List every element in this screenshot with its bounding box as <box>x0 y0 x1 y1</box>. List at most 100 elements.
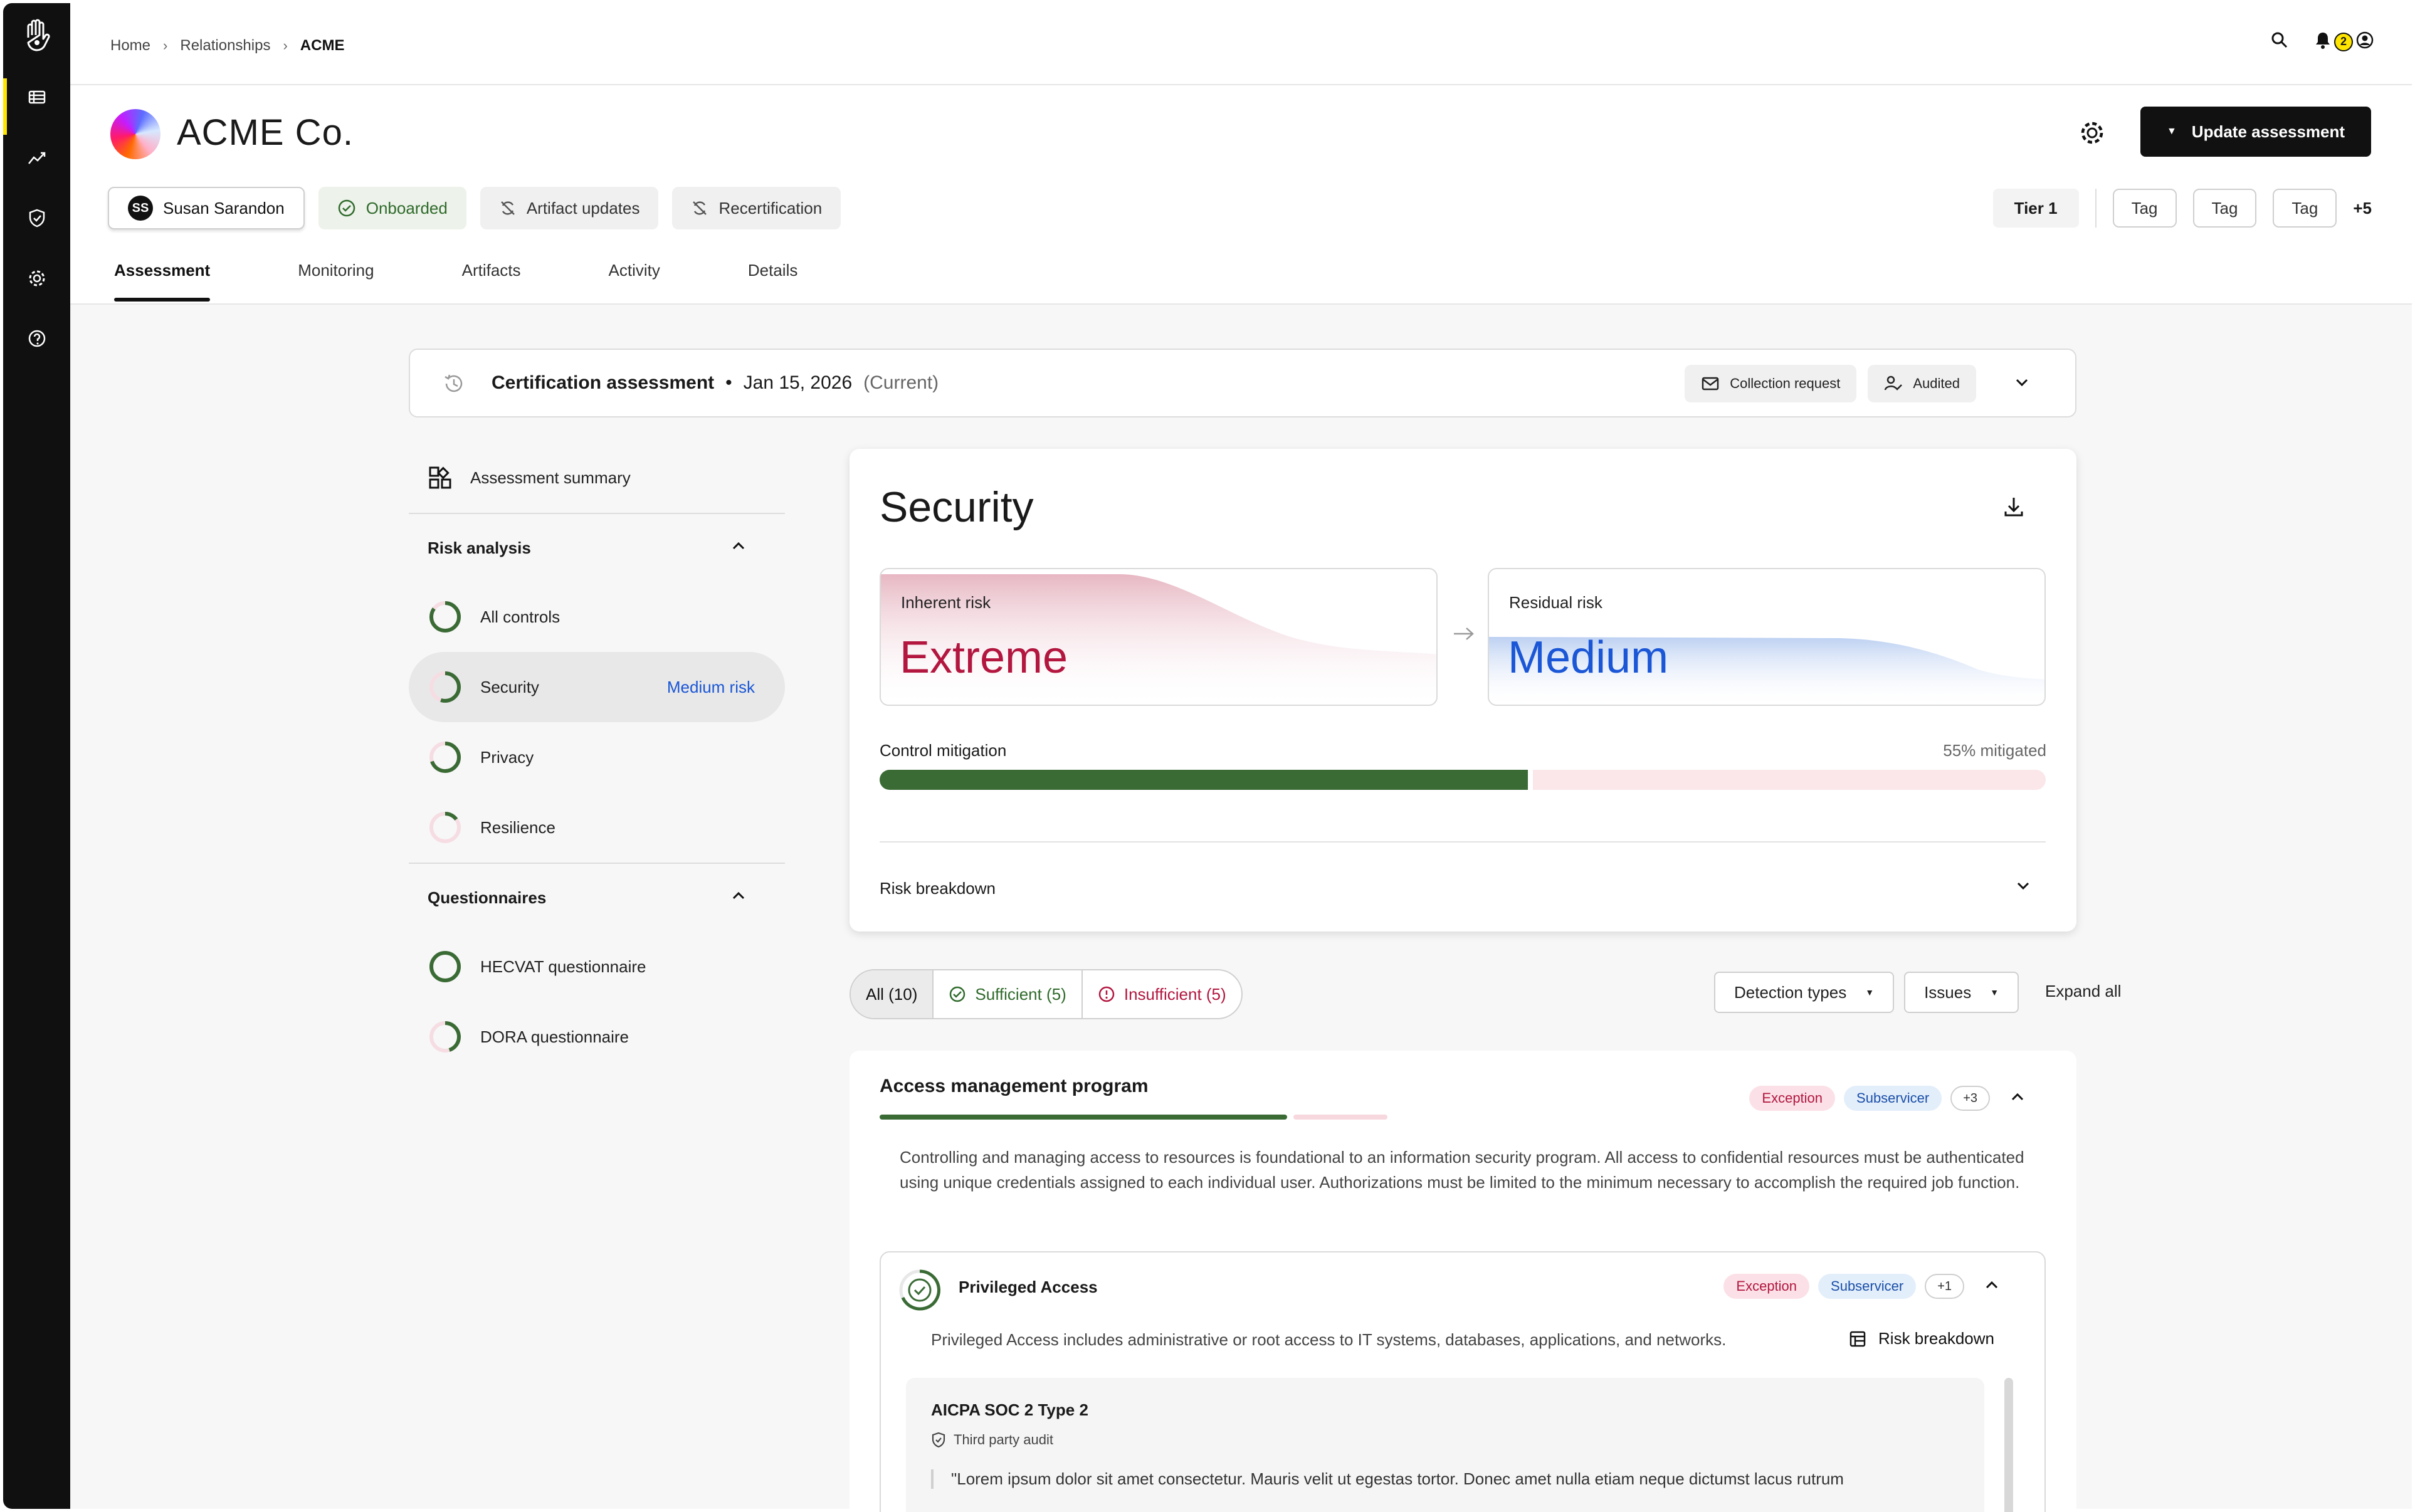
tag-chip[interactable]: Tag <box>2192 189 2257 228</box>
sidebar-item-all-controls[interactable]: All controls <box>409 582 785 652</box>
risk-level-label: Medium risk <box>666 677 755 696</box>
more-badges[interactable]: +1 <box>1925 1274 1964 1299</box>
chevron-up-icon[interactable] <box>2009 1088 2026 1109</box>
inherent-risk-box: Inherent risk Extreme <box>880 568 1438 706</box>
owner-name: Susan Sarandon <box>163 198 285 218</box>
nav-help-icon[interactable] <box>3 320 70 357</box>
notification-count-badge: 2 <box>2334 32 2353 51</box>
bell-icon[interactable] <box>2314 31 2332 53</box>
more-badges[interactable]: +3 <box>1950 1086 1990 1111</box>
progress-ring-icon <box>429 601 461 633</box>
nav-shield-icon[interactable] <box>3 199 70 237</box>
audited-button[interactable]: Audited <box>1868 365 1976 402</box>
mail-icon <box>1702 377 1719 391</box>
update-assessment-label: Update assessment <box>2191 122 2345 141</box>
tab-artifacts[interactable]: Artifacts <box>462 261 521 298</box>
caret-down-icon: ▼ <box>2166 126 2177 137</box>
assessment-sidebar: Assessment summary Risk analysis All con… <box>409 443 785 1072</box>
mitigation-percent: 55% mitigated <box>1943 741 2046 760</box>
sync-off-icon <box>693 201 707 215</box>
risk-breakdown-button[interactable]: Risk breakdown <box>1848 1329 1994 1348</box>
download-icon[interactable] <box>2001 494 2026 522</box>
risk-breakdown-label: Risk breakdown <box>1878 1329 1994 1348</box>
tab-activity[interactable]: Activity <box>609 261 660 298</box>
chevron-right-icon: › <box>163 38 168 53</box>
collection-request-button[interactable]: Collection request <box>1685 365 1857 402</box>
progress-ring-icon <box>429 951 461 982</box>
sidebar-item-label: Privacy <box>480 747 534 767</box>
breadcrumb-home[interactable]: Home <box>110 37 150 55</box>
chevron-down-icon[interactable] <box>2013 373 2031 395</box>
search-icon[interactable] <box>2270 31 2289 53</box>
breadcrumb-relationships[interactable]: Relationships <box>180 37 270 55</box>
certification-title: Certification assessment • Jan 15, 2026 … <box>492 372 939 394</box>
risk-analysis-header[interactable]: Risk analysis <box>409 513 785 582</box>
subservicer-badge: Subservicer <box>1844 1086 1942 1111</box>
history-icon[interactable] <box>441 371 466 399</box>
sidebar-item-hecvat[interactable]: HECVAT questionnaire <box>409 932 785 1002</box>
control-description: Privileged Access includes administrativ… <box>931 1330 1727 1349</box>
progress-ring-icon <box>429 1021 461 1053</box>
issues-label: Issues <box>1924 982 1972 1002</box>
shield-check-icon <box>932 1432 945 1448</box>
scrollbar[interactable] <box>2004 1378 2013 1512</box>
content-area: Certification assessment • Jan 15, 2026 … <box>70 305 2412 1512</box>
tab-details[interactable]: Details <box>748 261 797 298</box>
onboarded-chip[interactable]: Onboarded <box>318 187 466 229</box>
chevron-up-icon[interactable] <box>730 887 747 909</box>
sidebar-item-dora[interactable]: DORA questionnaire <box>409 1002 785 1072</box>
artifact-updates-chip[interactable]: Artifact updates <box>480 187 659 229</box>
tag-chip[interactable]: Tag <box>2273 189 2337 228</box>
issues-dropdown[interactable]: Issues ▼ <box>1904 972 2019 1013</box>
residual-risk-label: Residual risk <box>1509 593 1602 612</box>
progress-sufficient <box>880 1115 1287 1120</box>
chevron-up-icon[interactable] <box>730 537 747 559</box>
filter-insufficient[interactable]: Insufficient (5) <box>1083 970 1241 1018</box>
sidebar-item-security[interactable]: Security Medium risk <box>409 652 785 722</box>
chevron-up-icon[interactable] <box>1983 1276 2001 1297</box>
questionnaires-title: Questionnaires <box>428 888 547 907</box>
nav-settings-icon[interactable] <box>3 260 70 297</box>
artifact-updates-label: Artifact updates <box>526 198 640 218</box>
settings-button[interactable] <box>2073 114 2111 152</box>
mitigation-progress-fill <box>880 770 1533 790</box>
gear-icon <box>2081 122 2103 144</box>
expand-all-button[interactable]: Expand all <box>2045 982 2121 1001</box>
progress-ring-icon <box>429 812 461 843</box>
chevron-down-icon[interactable] <box>2014 876 2033 898</box>
owner-chip[interactable]: SS Susan Sarandon <box>108 187 305 229</box>
hand-logo-icon[interactable] <box>19 16 55 57</box>
sidebar-item-summary[interactable]: Assessment summary <box>409 443 785 513</box>
update-assessment-button[interactable]: ▼ Update assessment <box>2140 107 2371 157</box>
tag-chip[interactable]: Tag <box>2112 189 2177 228</box>
user-account-icon[interactable] <box>2355 31 2374 53</box>
detection-types-dropdown[interactable]: Detection types ▼ <box>1714 972 1895 1013</box>
collection-request-label: Collection request <box>1730 375 1841 391</box>
dashboard-icon <box>429 466 451 489</box>
sidebar-item-resilience[interactable]: Resilience <box>409 792 785 863</box>
risk-breakdown-toggle[interactable]: Risk breakdown <box>880 879 996 898</box>
divider <box>2095 189 2097 228</box>
tab-assessment[interactable]: Assessment <box>114 261 211 302</box>
filter-all[interactable]: All (10) <box>851 970 934 1018</box>
left-rail <box>3 3 70 1509</box>
nav-relationships-icon[interactable] <box>3 78 70 135</box>
onboarded-label: Onboarded <box>366 198 448 218</box>
tag-list: Tier 1 Tag Tag Tag +5 <box>1992 189 2372 228</box>
program-title[interactable]: Access management program <box>880 1076 1149 1097</box>
sidebar-item-label: Security <box>480 677 539 696</box>
dropdown-filters: Detection types ▼ Issues ▼ <box>1714 972 2019 1013</box>
questionnaires-header[interactable]: Questionnaires <box>409 863 785 932</box>
nav-monitoring-icon[interactable] <box>3 139 70 177</box>
certification-bar: Certification assessment • Jan 15, 2026 … <box>409 349 2076 417</box>
audited-label: Audited <box>1913 375 1960 391</box>
control-title[interactable]: Privileged Access <box>959 1278 1098 1297</box>
tier-badge[interactable]: Tier 1 <box>1992 189 2079 228</box>
evidence-title[interactable]: AICPA SOC 2 Type 2 <box>931 1400 1088 1420</box>
sidebar-item-privacy[interactable]: Privacy <box>409 722 785 792</box>
tab-monitoring[interactable]: Monitoring <box>298 261 374 298</box>
more-tags-count[interactable]: +5 <box>2353 199 2372 218</box>
filter-sufficient[interactable]: Sufficient (5) <box>934 970 1083 1018</box>
notifications-group[interactable]: 2 <box>2314 31 2374 53</box>
recertification-chip[interactable]: Recertification <box>672 187 841 229</box>
